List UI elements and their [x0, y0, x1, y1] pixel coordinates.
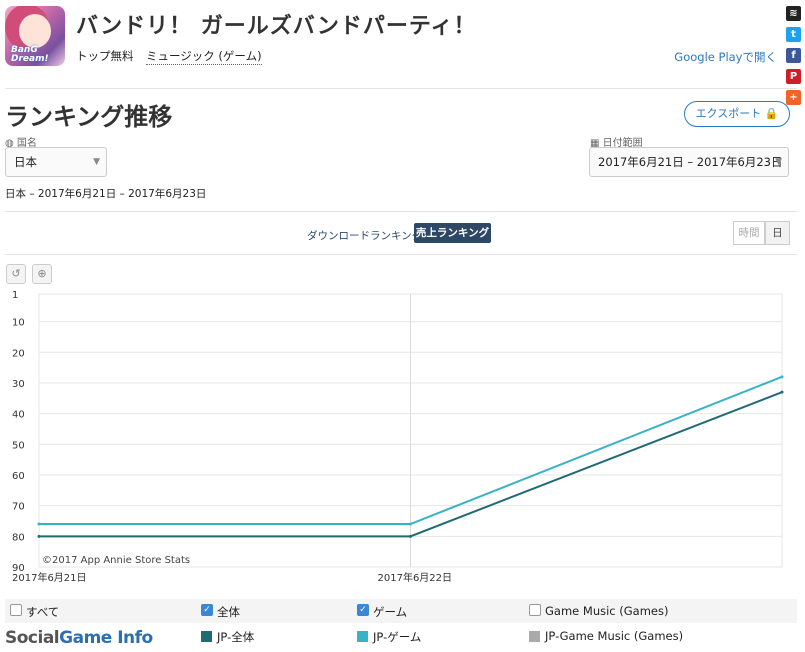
granularity-hourly-button[interactable]: 時間	[733, 221, 765, 245]
series-point	[780, 375, 784, 379]
chevron-down-icon: ▼	[93, 157, 100, 167]
checkbox-overall[interactable]: ✓	[201, 604, 213, 616]
app-icon-logo: BanG Dream!	[11, 45, 49, 64]
watermark-part1: Social	[5, 628, 60, 648]
chevron-down-icon: ▼	[775, 157, 782, 167]
divider	[5, 211, 797, 212]
legend-swatch-overall	[201, 631, 212, 642]
ranking-chart: 1102030405060708090 2017年6月21日 2017年6月22日…	[12, 290, 784, 584]
date-range-select[interactable]: 2017年6月21日 – 2017年6月23日 ▼	[589, 147, 789, 177]
twitter-icon[interactable]: t	[786, 27, 801, 42]
x-axis-ticks: 2017年6月21日 2017年6月22日	[12, 571, 452, 584]
chart-credit: ©2017 App Annie Store Stats	[42, 555, 190, 566]
zoom-icon[interactable]: ⊕	[32, 264, 52, 284]
legend-swatch-game	[357, 631, 368, 642]
checkbox-game[interactable]: ✓	[357, 604, 369, 616]
y-tick-label: 70	[12, 502, 25, 513]
granularity-daily-button[interactable]: 日	[765, 221, 790, 245]
y-tick-label: 40	[12, 410, 25, 421]
google-play-link[interactable]: Google Playで開く	[674, 49, 777, 65]
watermark-part2: Game Info	[59, 628, 153, 648]
app-icon-character	[19, 14, 51, 48]
y-tick-label: 10	[12, 318, 25, 329]
y-tick-label: 60	[12, 471, 25, 482]
app-icon: BanG Dream!	[5, 6, 65, 66]
legend-label-overall: JP-全体	[217, 630, 255, 644]
y-tick-label: 1	[12, 290, 18, 301]
x-tick-label: 2017年6月21日	[12, 571, 87, 584]
y-tick-label: 80	[12, 532, 25, 543]
date-range-value: 2017年6月21日 – 2017年6月23日	[598, 155, 783, 169]
checkbox-game-music[interactable]	[529, 604, 541, 616]
reset-zoom-icon[interactable]: ↺	[6, 264, 26, 284]
checkbox-game-music-label: Game Music (Games)	[545, 604, 669, 618]
series-point	[37, 522, 41, 526]
pinterest-icon[interactable]: P	[786, 69, 801, 84]
y-tick-label: 50	[12, 440, 25, 451]
legend-label-game: JP-ゲーム	[373, 630, 422, 644]
y-tick-label: 20	[12, 348, 25, 359]
series-point	[409, 522, 412, 526]
legend-label-game-music: JP-Game Music (Games)	[545, 629, 684, 643]
checkbox-all[interactable]	[10, 604, 22, 616]
y-tick-label: 30	[12, 379, 25, 390]
checkbox-overall-label: 全体	[217, 605, 240, 619]
chart-grid	[38, 293, 783, 568]
divider	[5, 88, 797, 89]
checkbox-game-label: ゲーム	[373, 605, 408, 619]
tab-revenue-ranking[interactable]: 売上ランキング	[414, 223, 491, 243]
watermark: SocialGame Info	[5, 628, 153, 648]
export-button[interactable]: エクスポート 🔒	[684, 101, 790, 127]
series-point	[409, 534, 412, 538]
series-point	[780, 390, 784, 394]
country-select-value: 日本	[14, 155, 37, 169]
app-title: バンドリ！ ガールズバンドパーティ！	[76, 14, 477, 39]
category-rank-label: トップ無料	[76, 49, 134, 63]
legend-swatch-game-music	[529, 631, 540, 642]
tab-downloads-ranking[interactable]: ダウンロードランキング	[307, 228, 422, 243]
genre-link[interactable]: ミュージック (ゲーム)	[146, 48, 262, 65]
divider	[5, 254, 797, 255]
country-select[interactable]: 日本 ▼	[5, 147, 107, 177]
plus-icon[interactable]: +	[786, 90, 801, 105]
y-axis-ticks: 1102030405060708090	[12, 290, 25, 574]
page-title: ランキング推移	[5, 103, 173, 131]
series-filter-row: すべて ✓ 全体 ✓ ゲーム Game Music (Games)	[5, 599, 797, 623]
filter-summary: 日本 – 2017年6月21日 – 2017年6月23日	[5, 188, 207, 200]
buffer-icon[interactable]: ≋	[786, 6, 801, 21]
series-point	[37, 534, 41, 538]
facebook-icon[interactable]: f	[786, 48, 801, 63]
checkbox-all-label: すべて	[26, 605, 60, 619]
x-tick-label: 2017年6月22日	[378, 571, 453, 584]
